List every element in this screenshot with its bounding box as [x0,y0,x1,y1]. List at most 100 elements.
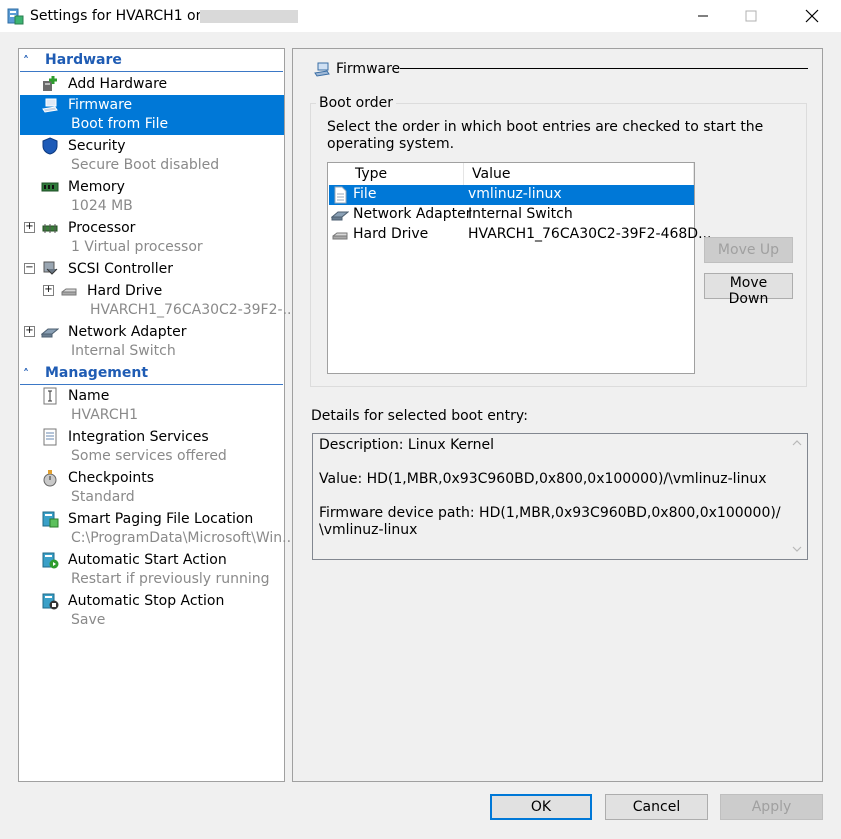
tree-item-subtext: Restart if previously running [71,571,270,587]
management-header-label: Management [45,365,149,381]
title-bar[interactable]: Settings for HVARCH1 on [0,0,841,32]
boot-entry-type: File [353,186,377,202]
tree-item-subtext: 1024 MB [71,198,133,214]
collapse-icon[interactable]: − [24,263,35,274]
tree-item-network-adapter[interactable]: + Network Adapter Internal Switch [20,322,284,362]
network-adapter-icon [330,206,350,224]
boot-entry-value: HVARCH1_76CA30C2-39F2-468D... [468,226,712,242]
tree-item-processor[interactable]: + Processor 1 Virtual processor [20,218,284,258]
hardware-section-header[interactable]: ˄ Hardware [20,51,283,72]
boot-entry-row[interactable]: Hard Drive HVARCH1_76CA30C2-39F2-468D... [329,225,711,245]
details-scrollbar[interactable] [790,436,804,556]
tree-item-automatic-start-action[interactable]: Automatic Start Action Restart if previo… [20,550,284,590]
move-down-button[interactable]: Move Down [704,273,793,307]
management-section-header[interactable]: ˄ Management [20,364,283,385]
column-header-value[interactable]: Value [464,163,694,185]
window-title: Settings for HVARCH1 on [30,8,205,24]
tree-item-firmware[interactable]: Firmware Boot from File [20,95,284,135]
tree-item-subtext: C:\ProgramData\Microsoft\Win... [71,530,296,546]
file-icon [331,186,349,204]
details-text: Description: Linux Kernel Value: HD(1,MB… [319,437,784,539]
maximize-icon [745,10,757,22]
tree-item-label: Add Hardware [68,76,168,92]
tree-item-label: Firmware [68,97,133,113]
details-description: Description: Linux Kernel [319,437,495,453]
move-up-button[interactable]: Move Up [704,237,793,263]
tree-item-label: Security [68,138,126,154]
tree-item-subtext: HVARCH1 [71,407,139,423]
name-icon [41,387,59,405]
integration-services-icon [41,428,59,446]
auto-stop-icon [41,592,59,610]
expand-icon[interactable]: + [24,326,35,337]
tree-item-automatic-stop-action[interactable]: Automatic Stop Action Save [20,591,284,631]
tree-item-label: Name [68,388,110,404]
expand-icon[interactable]: + [24,222,35,233]
hardware-header-label: Hardware [45,52,122,68]
tree-item-smart-paging-file-location[interactable]: Smart Paging File Location C:\ProgramDat… [20,509,296,549]
details-device-path: Firmware device path: HD(1,MBR,0x93C960B… [319,505,781,521]
processor-icon [41,219,59,237]
auto-start-icon [41,551,59,569]
tree-item-label: Smart Paging File Location [68,511,254,527]
boot-entry-row[interactable]: Network Adapter Internal Switch [329,205,694,225]
tree-item-subtext: HVARCH1_76CA30C2-39F2-... [90,302,296,318]
tree-item-add-hardware[interactable]: Add Hardware [20,74,284,94]
tree-item-label: Automatic Start Action [68,552,227,568]
tree-item-subtext: Standard [71,489,135,505]
maximize-button[interactable] [728,0,774,32]
tree-item-label: Processor [68,220,136,236]
tree-item-label: Memory [68,179,125,195]
boot-entry-value: vmlinuz-linux [468,186,562,202]
memory-icon [41,178,59,196]
collapse-chevron-icon[interactable]: ˄ [23,367,29,381]
apply-button[interactable]: Apply [720,794,823,820]
tree-item-label: Network Adapter [68,324,187,340]
firmware-icon [313,60,331,78]
tree-item-security[interactable]: Security Secure Boot disabled [20,136,284,176]
tree-item-label: Checkpoints [68,470,155,486]
scsi-controller-icon [41,260,59,278]
boot-entry-value: Internal Switch [468,206,573,222]
header-divider [400,68,808,69]
tree-item-label: Automatic Stop Action [68,593,225,609]
close-icon [805,9,819,23]
tree-item-memory[interactable]: Memory 1024 MB [20,177,284,217]
checkpoints-icon [41,469,59,487]
minimize-button[interactable] [680,0,726,32]
boot-order-description: Select the order in which boot entries a… [327,119,764,152]
smart-paging-icon [41,510,59,528]
hyper-v-settings-icon [6,7,24,25]
shield-icon [41,137,59,155]
close-button[interactable] [789,0,835,32]
cancel-button[interactable]: Cancel [605,794,708,820]
details-value: Value: HD(1,MBR,0x93C960BD,0x800,0x10000… [319,471,767,487]
tree-item-subtext: Internal Switch [71,343,176,359]
settings-tree[interactable]: ˄ Hardware Add Hardware Firmware Boot fr… [18,48,296,782]
minimize-icon [698,15,708,17]
tree-item-subtext: Some services offered [71,448,227,464]
collapse-chevron-icon[interactable]: ˄ [23,54,29,68]
column-header-type[interactable]: Type [347,163,464,185]
details-device-path-cont: \vmlinuz-linux [319,522,418,538]
firmware-header: Firmware [336,61,401,77]
tree-item-name[interactable]: Name HVARCH1 [20,386,284,426]
tree-item-subtext: Boot from File [71,116,169,132]
ok-button[interactable]: OK [490,794,592,820]
tree-item-subtext: Save [71,612,106,628]
tree-item-label: SCSI Controller [68,261,173,277]
boot-entry-type: Network Adapter [353,206,472,222]
tree-item-checkpoints[interactable]: Checkpoints Standard [20,468,284,508]
firmware-icon [41,96,59,114]
tree-item-hard-drive[interactable]: + Hard Drive HVARCH1_76CA30C2-39F2-... [20,281,296,321]
boot-entry-row[interactable]: File vmlinuz-linux [329,185,694,205]
tree-item-scsi-controller[interactable]: − SCSI Controller [20,259,284,279]
boot-entries-list[interactable]: Type Value File vmlinuz-linux Network Ad… [327,162,711,374]
expand-icon[interactable]: + [43,285,54,296]
redacted-host-name [200,10,298,23]
hard-drive-icon [331,226,349,244]
tree-item-integration-services[interactable]: Integration Services Some services offer… [20,427,284,467]
details-label: Details for selected boot entry: [311,408,528,424]
hard-drive-icon [60,282,78,300]
tree-item-subtext: 1 Virtual processor [71,239,203,255]
